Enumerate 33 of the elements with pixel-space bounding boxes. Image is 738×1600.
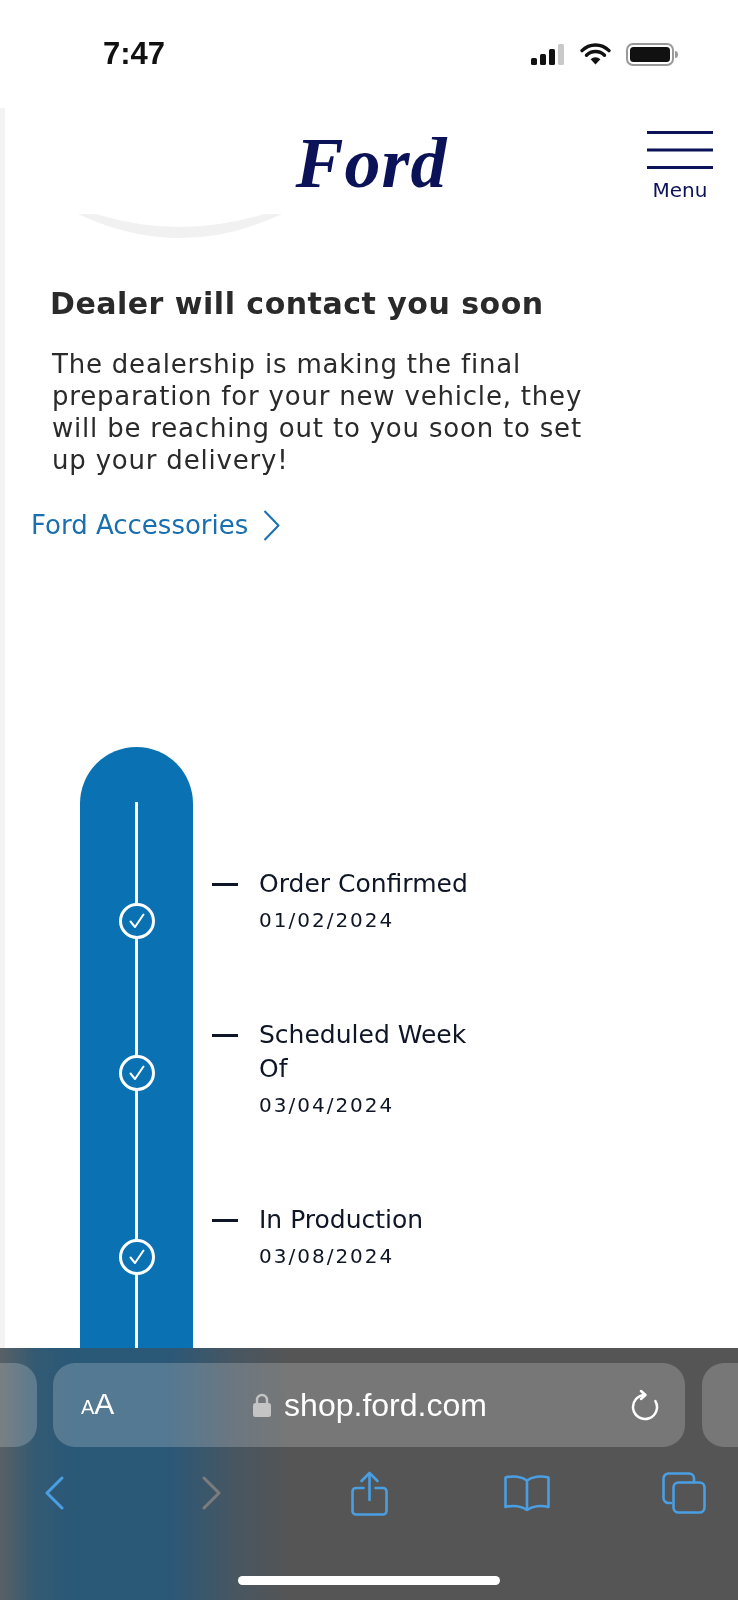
notice-text: The dealership is making the final preparation for your new vehicle, they will be reaching out to you soon to set up your delivery! — [52, 348, 584, 476]
status-time: 7:47 — [103, 36, 166, 72]
chevron-left-icon — [44, 1476, 64, 1510]
address-bar[interactable]: AA shop.ford.com — [53, 1363, 685, 1447]
tabs-button[interactable] — [660, 1470, 708, 1516]
step-title: Order Confirmed — [259, 868, 469, 900]
step-date: 03/04/2024 — [259, 1092, 396, 1119]
reload-button[interactable] — [631, 1389, 659, 1421]
step-date: 03/08/2024 — [259, 1243, 396, 1270]
ford-logo[interactable]: Ford — [295, 129, 448, 197]
text-size-button[interactable]: AA — [81, 1385, 115, 1425]
adjacent-tab[interactable] — [702, 1363, 738, 1447]
reload-icon — [631, 1389, 659, 1421]
dash-icon — [212, 1219, 238, 1222]
step-title: Scheduled Week Of — [259, 1019, 468, 1085]
chevron-right-icon — [263, 509, 281, 541]
step-title: In Production — [259, 1204, 425, 1236]
menu-icon — [647, 131, 713, 169]
open-book-icon — [503, 1474, 550, 1512]
share-icon — [350, 1470, 388, 1516]
url-text: shop.ford.com — [284, 1386, 487, 1425]
signal-icon — [531, 43, 565, 65]
adjacent-tab[interactable] — [0, 1363, 37, 1447]
ford-accessories-link[interactable]: Ford Accessories — [31, 507, 281, 543]
step-date: 01/02/2024 — [259, 907, 396, 934]
wifi-icon — [580, 43, 611, 65]
menu-button[interactable]: Menu — [647, 131, 713, 202]
battery-icon — [626, 42, 678, 66]
chevron-right-icon — [201, 1476, 222, 1510]
tabs-icon — [662, 1472, 706, 1514]
dash-icon — [212, 883, 238, 886]
notice-title: Dealer will contact you soon — [50, 285, 544, 323]
dash-icon — [212, 1034, 238, 1037]
